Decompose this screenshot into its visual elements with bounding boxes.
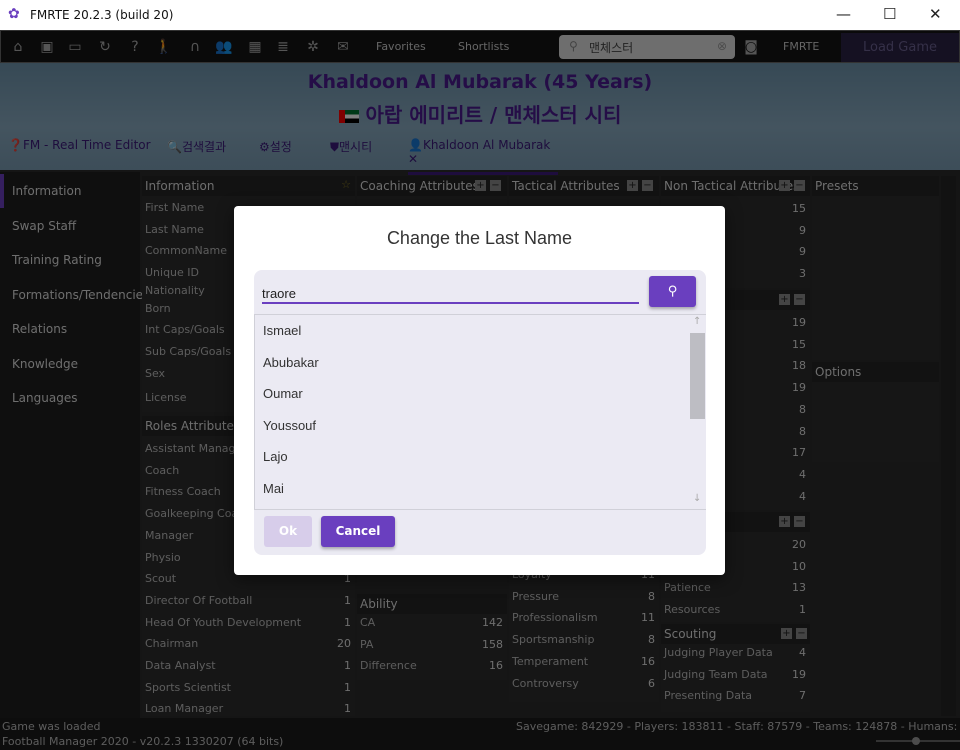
result-item[interactable]: Abubakar	[263, 355, 319, 370]
ok-button[interactable]: Ok	[264, 516, 312, 547]
search-button[interactable]: ⚲	[649, 276, 696, 307]
change-last-name-dialog: Change the Last Name ⚲ Ismael Abubakar Oum…	[234, 206, 725, 575]
scroll-up-icon[interactable]: ↑	[693, 316, 701, 327]
title-bar: ✿ FMRTE 20.2.3 (build 20) — ☐ ✕	[0, 0, 960, 30]
result-item[interactable]: Lajo	[263, 449, 288, 464]
minimize-button[interactable]: —	[836, 5, 851, 23]
dialog-card: ⚲ Ismael Abubakar Oumar Youssouf Lajo Mai ↑ ↓…	[254, 270, 706, 555]
close-button[interactable]: ✕	[929, 5, 942, 23]
result-item[interactable]: Mai	[263, 481, 284, 496]
last-name-search-input[interactable]	[262, 284, 639, 304]
result-item[interactable]: Ismael	[263, 323, 301, 338]
result-item[interactable]: Youssouf	[263, 418, 316, 433]
window-title: FMRTE 20.2.3 (build 20)	[30, 8, 174, 22]
list-scrollbar[interactable]: ↑ ↓	[689, 315, 706, 509]
search-icon: ⚲	[667, 284, 678, 299]
result-item[interactable]: Oumar	[263, 386, 303, 401]
dialog-title: Change the Last Name	[386, 228, 573, 248]
app-logo-icon: ✿	[8, 6, 20, 22]
scroll-down-icon[interactable]: ↓	[693, 493, 701, 504]
results-list[interactable]: Ismael Abubakar Oumar Youssouf Lajo Mai ↑ ↓	[254, 314, 706, 510]
maximize-button[interactable]: ☐	[883, 5, 896, 23]
cancel-button[interactable]: Cancel	[321, 516, 395, 547]
scrollbar-thumb[interactable]	[690, 333, 705, 419]
